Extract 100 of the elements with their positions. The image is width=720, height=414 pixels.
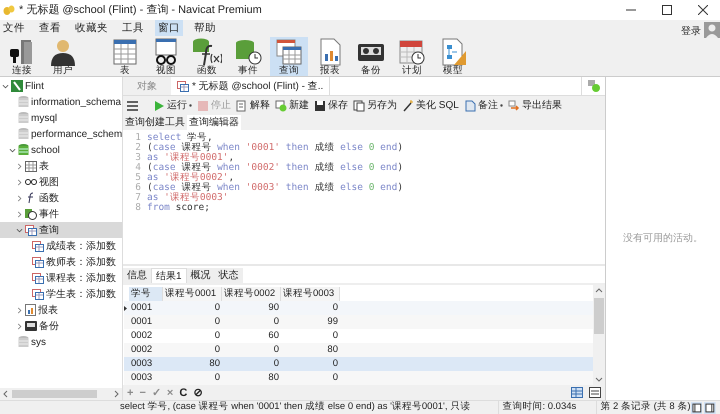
table-cell-text: 0001 [130, 301, 154, 315]
database-icon [18, 96, 29, 108]
scroll-up-icon[interactable] [595, 287, 603, 295]
query-icon [32, 240, 44, 252]
result-tab[interactable]: 结果1 [151, 268, 187, 283]
menu-item[interactable]: 文件 [0, 20, 28, 36]
dropdown-dot-icon[interactable] [189, 104, 192, 107]
scrollbar-thumb[interactable] [594, 298, 604, 334]
login-link[interactable]: 登录 [681, 24, 701, 39]
horizontal-scrollbar[interactable] [0, 388, 122, 400]
glasses-icon [25, 178, 37, 186]
save-as-icon [353, 100, 365, 112]
vertical-scrollbar[interactable] [593, 285, 605, 385]
expand-chevron-icon[interactable] [16, 194, 23, 202]
line-number: 6 [134, 183, 141, 193]
toolbar-button[interactable]: 新建 [275, 98, 309, 113]
grid-toolbar-button[interactable]: ⊘ [193, 386, 202, 398]
table-icon [25, 160, 37, 172]
scroll-down-icon[interactable] [595, 375, 603, 383]
close-icon[interactable] [698, 5, 708, 15]
table-row[interactable]: 0003 0 80 0 [124, 371, 593, 385]
menu-icon[interactable] [127, 100, 138, 110]
menu-item[interactable]: 收藏夹 [72, 20, 111, 36]
column-header[interactable]: 课程号0002 [222, 287, 281, 301]
tree-item-label: school [31, 144, 60, 158]
sql-editor[interactable] [123, 130, 605, 264]
toolbar-button[interactable]: 事件 [229, 37, 267, 76]
column-header[interactable]: 课程号0001 [163, 287, 222, 301]
collapse-chevron-icon[interactable] [16, 226, 23, 234]
scroll-right-icon[interactable] [112, 390, 120, 398]
line-number: 2 [134, 143, 141, 153]
menu-item[interactable]: 查看 [36, 20, 64, 36]
toolbar-button[interactable]: 导出结果 [508, 98, 562, 113]
toolbar-button[interactable]: 用户 [44, 37, 82, 76]
toolbar-button[interactable]: 解释 [236, 98, 270, 113]
code-line: (case 课程号 when '0003' then 成绩 else 0 end) [147, 183, 404, 193]
table-row[interactable]: 0002 0 0 80 [124, 343, 593, 357]
toolbar-button[interactable]: 备注 [464, 98, 503, 113]
editor-tab[interactable]: 查询编辑器 [187, 115, 241, 130]
editor-tab[interactable]: 查询创建工具 [123, 115, 187, 130]
tree-item-label: mysql [31, 112, 58, 126]
toolbar-button[interactable]: 查询 [270, 37, 308, 76]
tree-item-label: performance_schem [31, 128, 122, 142]
toolbar-button[interactable]: 另存为 [353, 98, 397, 113]
table-cell-text: 90 [267, 301, 280, 315]
column-header[interactable]: 学号 [129, 287, 163, 301]
expand-chevron-icon[interactable] [16, 210, 23, 218]
menu-item[interactable]: 帮助 [191, 20, 219, 36]
menu-item[interactable]: 工具 [119, 20, 147, 36]
table-cell-text: 0 [272, 315, 280, 329]
table-row[interactable]: 0003 80 0 0 [124, 357, 593, 371]
grid-toolbar-button[interactable]: C [179, 386, 188, 398]
status-query-time: 查询时间: 0.034s [498, 400, 596, 414]
column-header[interactable]: 课程号0003 [281, 287, 340, 301]
result-tab[interactable]: 概况 [186, 268, 215, 283]
result-tab[interactable]: 状态 [214, 268, 243, 283]
code-line: select 学号, [147, 133, 213, 143]
expand-chevron-icon[interactable] [16, 178, 23, 186]
menu-item[interactable]: 窗口 [155, 20, 183, 36]
layout-right-icon[interactable] [704, 402, 716, 414]
scroll-left-icon[interactable] [2, 390, 10, 398]
toolbar-button[interactable]: 保存 [314, 98, 348, 113]
table-cell-text: 99 [326, 315, 339, 329]
toolbar-button[interactable]: 视图 [147, 37, 185, 76]
collapse-chevron-icon[interactable] [2, 82, 9, 90]
table-cell-text: 80 [326, 343, 339, 357]
dropdown-dot-icon[interactable] [500, 104, 503, 107]
table-row[interactable]: 0001 0 0 99 [124, 315, 593, 329]
scrollbar-thumb[interactable] [12, 390, 97, 398]
toolbar-button[interactable]: 报表 [311, 37, 349, 76]
table-cell-text: 0 [332, 329, 339, 343]
toolbar-button[interactable]: 模型 [434, 37, 472, 76]
result-tab[interactable]: 信息 [123, 268, 151, 283]
table-cell-text: 0 [332, 357, 339, 371]
query-icon [32, 256, 44, 268]
expand-chevron-icon[interactable] [16, 306, 23, 314]
toolbar-button[interactable]: 表 [106, 37, 144, 76]
table-row[interactable]: 0001 0 90 0 [124, 301, 593, 315]
toolbar-button[interactable]: 备份 [352, 37, 390, 76]
toolbar-button[interactable]: 连接 [3, 37, 41, 76]
document-tab[interactable]: * 无标题 @school (Flint) - 查.. [171, 77, 330, 95]
collapse-chevron-icon[interactable] [9, 146, 16, 154]
grid-view-icon[interactable] [571, 387, 583, 398]
table-cell-text: 0 [214, 301, 221, 315]
expand-chevron-icon[interactable] [16, 162, 23, 170]
table-cell-text: 0 [214, 315, 221, 329]
form-view-icon[interactable] [589, 387, 601, 398]
tree-item-label: 学生表：添加数 [46, 288, 116, 302]
query-icon [32, 272, 44, 284]
expand-chevron-icon[interactable] [16, 322, 23, 330]
save-icon [314, 100, 326, 112]
report-icon [25, 304, 36, 316]
toolbar-button[interactable]: 美化 SQL [402, 98, 459, 113]
maximize-icon[interactable] [662, 5, 672, 15]
toolbar-button[interactable]: 计划 [393, 37, 431, 76]
table-cell-text: 0 [332, 371, 339, 385]
toolbar-button[interactable]: 运行 [153, 98, 192, 113]
toolbar-button[interactable]: 函数 [188, 37, 226, 76]
layout-left-icon[interactable] [690, 402, 702, 414]
tree-item[interactable]: 查询 [0, 222, 122, 238]
